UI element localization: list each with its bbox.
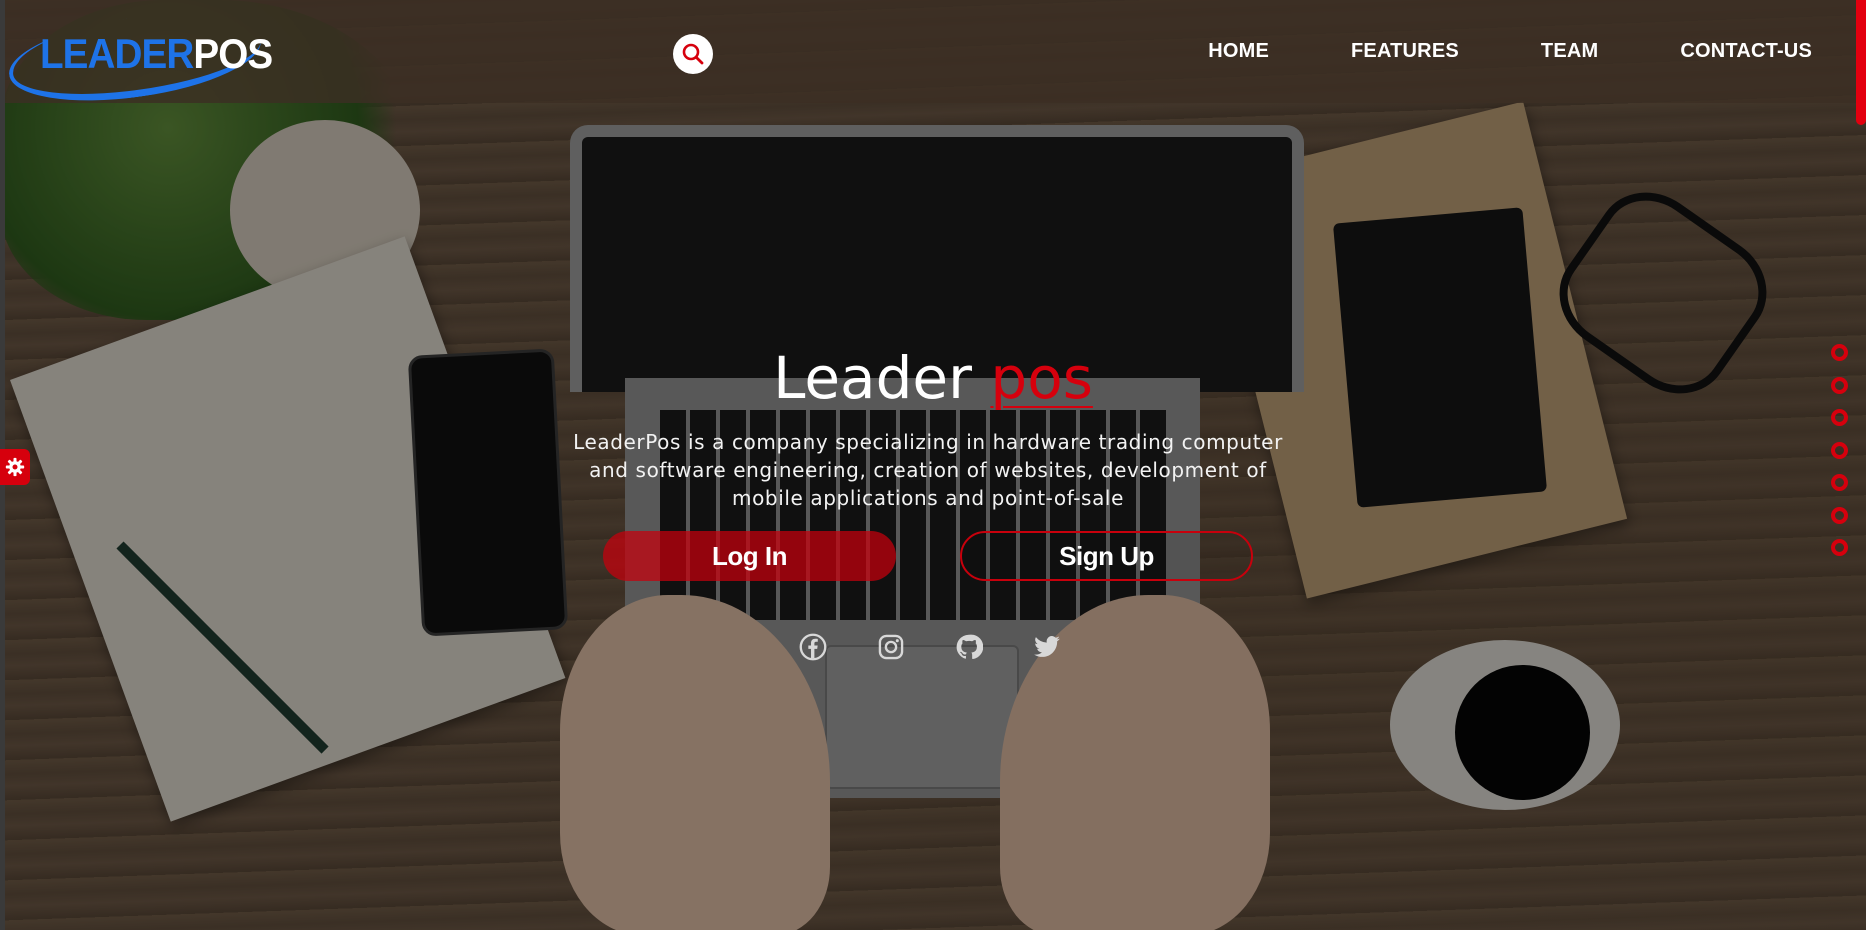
section-dot-4[interactable]	[1831, 441, 1848, 459]
section-dots	[1831, 344, 1848, 556]
main-nav: HOME FEATURES TEAM CONTACT-US	[1208, 40, 1812, 63]
instagram-icon[interactable]	[875, 631, 907, 663]
settings-tab[interactable]	[0, 449, 30, 485]
social-links	[797, 631, 1063, 663]
section-dot-5[interactable]	[1831, 474, 1848, 491]
nav-features[interactable]: FEATURES	[1351, 40, 1459, 63]
hero-title-accent: pos	[990, 344, 1093, 412]
hero-content: Leader pos LeaderPos is a company specia…	[0, 0, 1866, 930]
login-button[interactable]: Log In	[603, 531, 896, 581]
logo[interactable]: LEADERPOS	[3, 0, 273, 115]
section-dot-2[interactable]	[1831, 376, 1848, 394]
section-dot-7[interactable]	[1831, 539, 1848, 556]
logo-text-leader: LEADER	[40, 30, 194, 77]
scrollbar-thumb[interactable]	[1856, 0, 1866, 125]
github-icon[interactable]	[953, 631, 985, 663]
nav-home[interactable]: HOME	[1208, 40, 1269, 63]
signup-button[interactable]: Sign Up	[960, 531, 1253, 581]
logo-text: LEADERPOS	[40, 30, 273, 78]
top-navbar: LEADERPOS HOME FEATURES TEAM CONTACT-US	[0, 0, 1866, 115]
search-button[interactable]	[673, 34, 713, 74]
hero-description: LeaderPos is a company specializing in h…	[573, 430, 1283, 510]
section-dot-1[interactable]	[1831, 344, 1848, 361]
section-dot-3[interactable]	[1831, 409, 1848, 426]
facebook-icon[interactable]	[797, 631, 829, 663]
nav-contact-us[interactable]: CONTACT-US	[1680, 40, 1812, 63]
nav-team[interactable]: TEAM	[1541, 40, 1598, 63]
gear-icon	[5, 457, 25, 477]
search-icon	[681, 42, 705, 66]
logo-text-pos: POS	[193, 30, 273, 77]
section-dot-6[interactable]	[1831, 506, 1848, 524]
twitter-icon[interactable]	[1031, 631, 1063, 663]
hero-title: Leader pos	[0, 344, 1866, 412]
hero-title-main: Leader	[773, 344, 972, 412]
